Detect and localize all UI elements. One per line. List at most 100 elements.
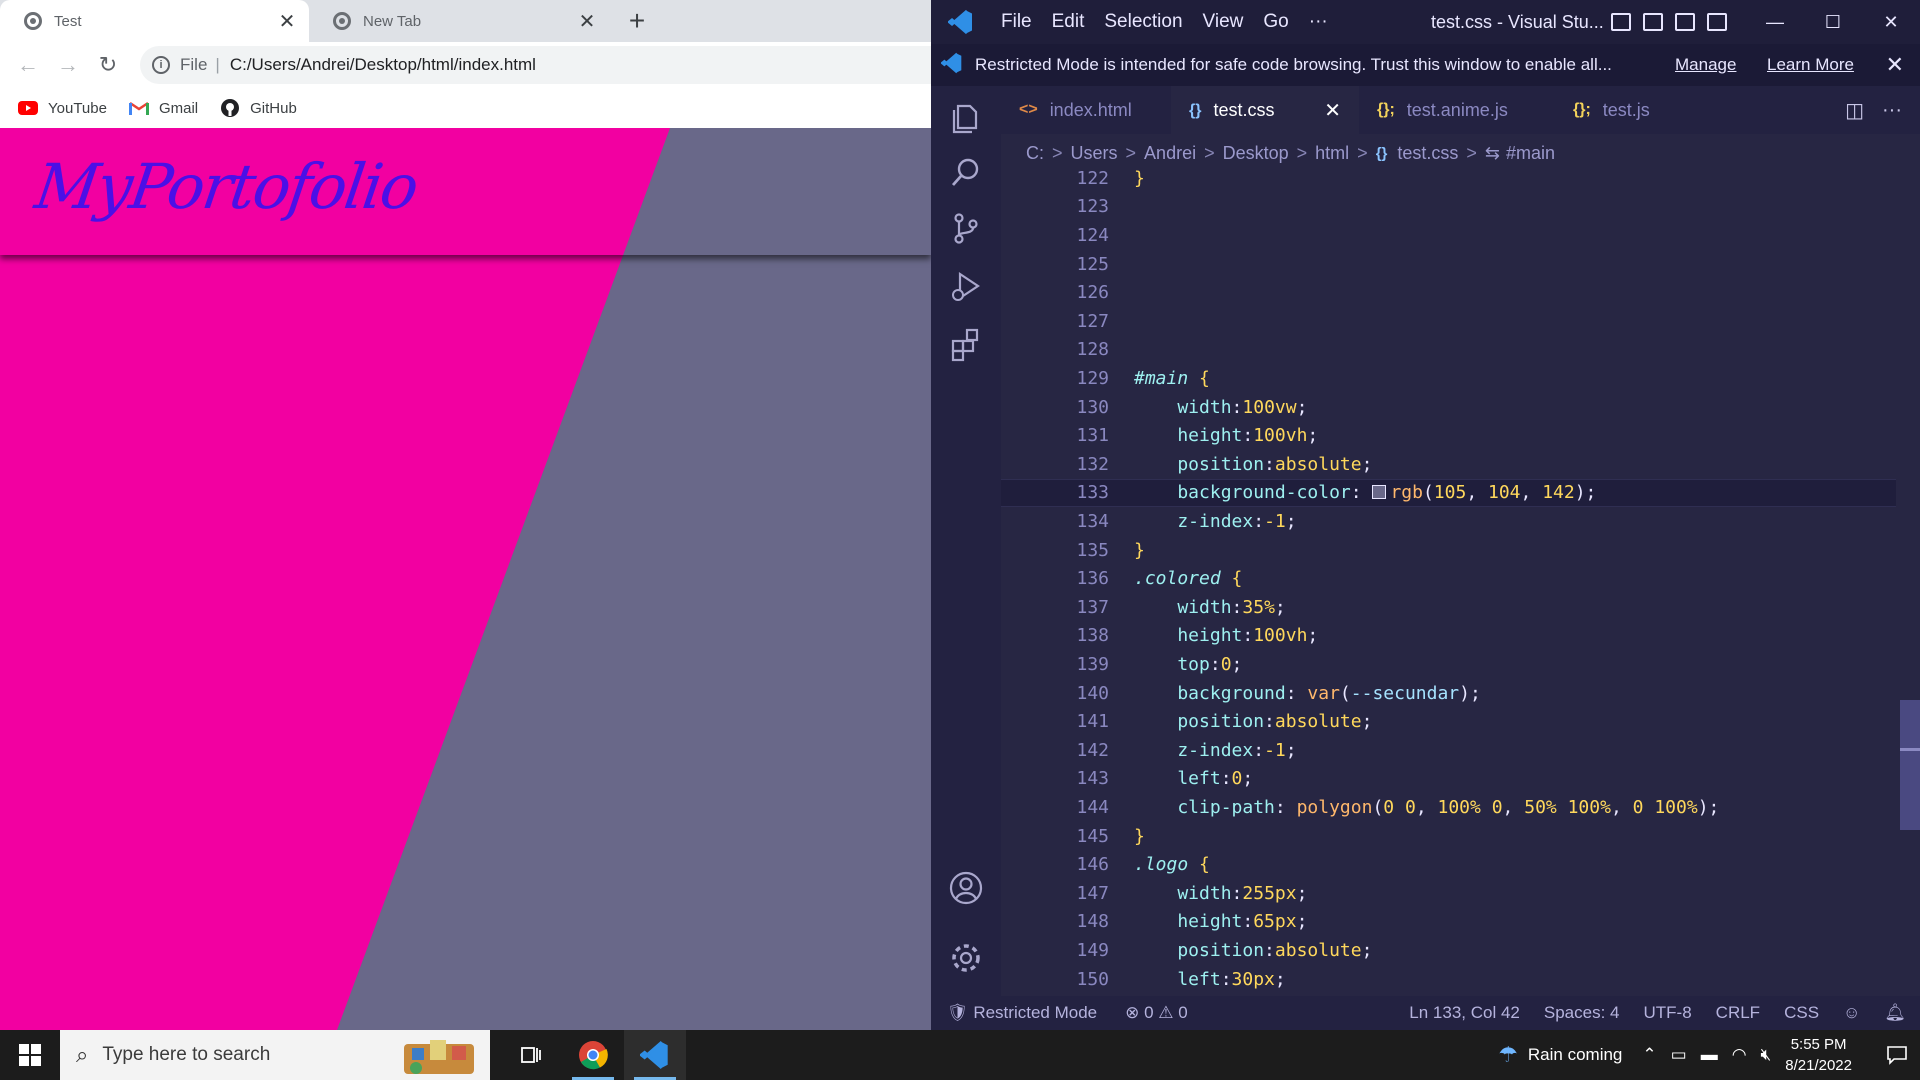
vscode-taskbar-icon[interactable]: [624, 1030, 686, 1080]
code-line[interactable]: 141 position:absolute;: [1001, 707, 1896, 736]
code-line[interactable]: 139 top:0;: [1001, 650, 1896, 679]
close-icon[interactable]: ✕: [1886, 52, 1904, 78]
browser-tab-test[interactable]: Test ✕: [0, 0, 309, 42]
breadcrumb-item[interactable]: C:: [1026, 143, 1044, 164]
reload-icon[interactable]: ↻: [88, 45, 128, 85]
code-line[interactable]: 130 width:100vw;: [1001, 393, 1896, 422]
encoding[interactable]: UTF-8: [1644, 1003, 1692, 1023]
taskbar-search[interactable]: ⌕ Type here to search: [60, 1030, 490, 1080]
code-line[interactable]: 140 background: var(--secundar);: [1001, 679, 1896, 708]
code-line[interactable]: 125: [1001, 250, 1896, 279]
code-line[interactable]: 144 clip-path: polygon(0 0, 100% 0, 50% …: [1001, 793, 1896, 822]
battery-icon[interactable]: ▬: [1701, 1045, 1718, 1065]
url-text[interactable]: C:/Users/Andrei/Desktop/html/index.html: [230, 55, 536, 75]
wifi-icon[interactable]: ◠: [1732, 1045, 1747, 1065]
code-line[interactable]: 134 z-index:-1;: [1001, 507, 1896, 536]
toggle-panel-icon[interactable]: [1643, 13, 1663, 31]
end-of-line[interactable]: CRLF: [1716, 1003, 1760, 1023]
code-line[interactable]: 124: [1001, 221, 1896, 250]
maximize-button[interactable]: ☐: [1804, 12, 1862, 33]
code-line[interactable]: 132 position:absolute;: [1001, 450, 1896, 479]
show-hidden-icons[interactable]: ⌃: [1642, 1045, 1656, 1065]
cursor-position[interactable]: Ln 133, Col 42: [1409, 1003, 1520, 1023]
code-line[interactable]: 126: [1001, 278, 1896, 307]
menu-file[interactable]: File: [991, 11, 1042, 33]
breadcrumb-item[interactable]: html: [1315, 143, 1349, 164]
code-line[interactable]: 133 background-color: rgb(105, 104, 142)…: [1001, 478, 1896, 508]
task-view-icon[interactable]: [500, 1030, 562, 1080]
breadcrumb-item[interactable]: #main: [1506, 143, 1555, 164]
bookmark-gmail[interactable]: Gmail: [128, 100, 198, 117]
source-control-icon[interactable]: [948, 210, 984, 246]
tab-test-css[interactable]: {} test.css ✕: [1171, 86, 1359, 134]
code-line[interactable]: 128: [1001, 336, 1896, 365]
address-bar[interactable]: i File | C:/Users/Andrei/Desktop/html/in…: [140, 46, 931, 84]
menu-edit[interactable]: Edit: [1042, 11, 1095, 33]
code-line[interactable]: 149 position:absolute;: [1001, 936, 1896, 965]
close-icon[interactable]: ✕: [1304, 98, 1341, 123]
code-line[interactable]: 127: [1001, 307, 1896, 336]
problems-status[interactable]: ⊗ 0 ⚠ 0: [1125, 1003, 1188, 1023]
weather-widget[interactable]: ☂ Rain coming: [1498, 1042, 1622, 1068]
tab-index-html[interactable]: <> index.html: [1001, 86, 1171, 134]
meet-now-icon[interactable]: ▭: [1671, 1045, 1687, 1065]
code-line[interactable]: 135}: [1001, 536, 1896, 565]
more-actions-icon[interactable]: ···: [1882, 99, 1902, 122]
code-editor[interactable]: 122} 123 124 125 126 127 128 129 #main {130 widt…: [1001, 168, 1896, 996]
menu-view[interactable]: View: [1193, 11, 1254, 33]
breadcrumb-item[interactable]: test.css: [1397, 143, 1458, 164]
bookmark-youtube[interactable]: YouTube: [18, 100, 107, 117]
bell-icon[interactable]: 🔔︎: [1884, 1003, 1906, 1023]
menu-go[interactable]: Go: [1253, 11, 1298, 33]
gear-icon[interactable]: [948, 940, 984, 976]
extensions-icon[interactable]: [948, 326, 984, 362]
notification-icon[interactable]: [1874, 1045, 1920, 1065]
info-icon[interactable]: i: [152, 56, 170, 74]
bookmark-github[interactable]: GitHub: [220, 99, 297, 117]
scrollbar-thumb[interactable]: [1900, 700, 1920, 830]
code-line[interactable]: 143 left:0;: [1001, 765, 1896, 794]
back-arrow-icon[interactable]: ←: [8, 45, 48, 85]
tab-test-js[interactable]: {}; test.js: [1555, 86, 1735, 134]
code-line[interactable]: 129 #main {: [1001, 364, 1896, 393]
code-line[interactable]: 131 height:100vh;: [1001, 421, 1896, 450]
browser-tab-new-tab[interactable]: New Tab ✕: [309, 0, 609, 42]
explorer-icon[interactable]: [948, 100, 984, 136]
forward-arrow-icon[interactable]: →: [48, 45, 88, 85]
language-mode[interactable]: CSS: [1784, 1003, 1819, 1023]
code-line[interactable]: 138 height:100vh;: [1001, 622, 1896, 651]
indentation[interactable]: Spaces: 4: [1544, 1003, 1620, 1023]
toggle-sidebar-icon[interactable]: [1611, 13, 1631, 31]
code-line[interactable]: 136 .colored {: [1001, 564, 1896, 593]
volume-muted-icon[interactable]: 🔇︎: [1761, 1045, 1772, 1065]
site-logo[interactable]: MyPortofolio: [31, 150, 421, 223]
code-line[interactable]: 147 width:255px;: [1001, 879, 1896, 908]
code-line[interactable]: 146 .logo {: [1001, 850, 1896, 879]
code-line[interactable]: 145}: [1001, 822, 1896, 851]
learn-more-link[interactable]: Learn More: [1767, 55, 1854, 75]
run-debug-icon[interactable]: [948, 268, 984, 304]
toggle-secondary-sidebar-icon[interactable]: [1675, 13, 1695, 31]
code-line[interactable]: 122}: [1001, 164, 1896, 193]
breadcrumb-item[interactable]: Andrei: [1144, 143, 1196, 164]
code-line[interactable]: 142 z-index:-1;: [1001, 736, 1896, 765]
search-icon[interactable]: [948, 154, 984, 190]
menu-selection[interactable]: Selection: [1094, 11, 1192, 33]
manage-link[interactable]: Manage: [1675, 55, 1736, 75]
clock[interactable]: 5:55 PM 8/21/2022: [1785, 1034, 1852, 1076]
new-tab-button[interactable]: +: [622, 6, 652, 36]
color-swatch[interactable]: [1372, 485, 1387, 500]
close-icon[interactable]: ✕: [277, 9, 297, 34]
customize-layout-icon[interactable]: [1707, 13, 1727, 31]
account-icon[interactable]: [948, 870, 984, 906]
split-editor-icon[interactable]: ◫: [1845, 98, 1864, 123]
close-icon[interactable]: ✕: [577, 9, 597, 34]
chrome-taskbar-icon[interactable]: [562, 1030, 624, 1080]
code-line[interactable]: 148 height:65px;: [1001, 908, 1896, 937]
code-line[interactable]: 150 left:30px;: [1001, 965, 1896, 994]
close-button[interactable]: ✕: [1862, 12, 1920, 33]
breadcrumb-item[interactable]: Users: [1071, 143, 1118, 164]
minimize-button[interactable]: —: [1746, 12, 1804, 33]
tab-test-anime-js[interactable]: {}; test.anime.js: [1359, 86, 1555, 134]
windows-start-icon[interactable]: [0, 1030, 60, 1080]
